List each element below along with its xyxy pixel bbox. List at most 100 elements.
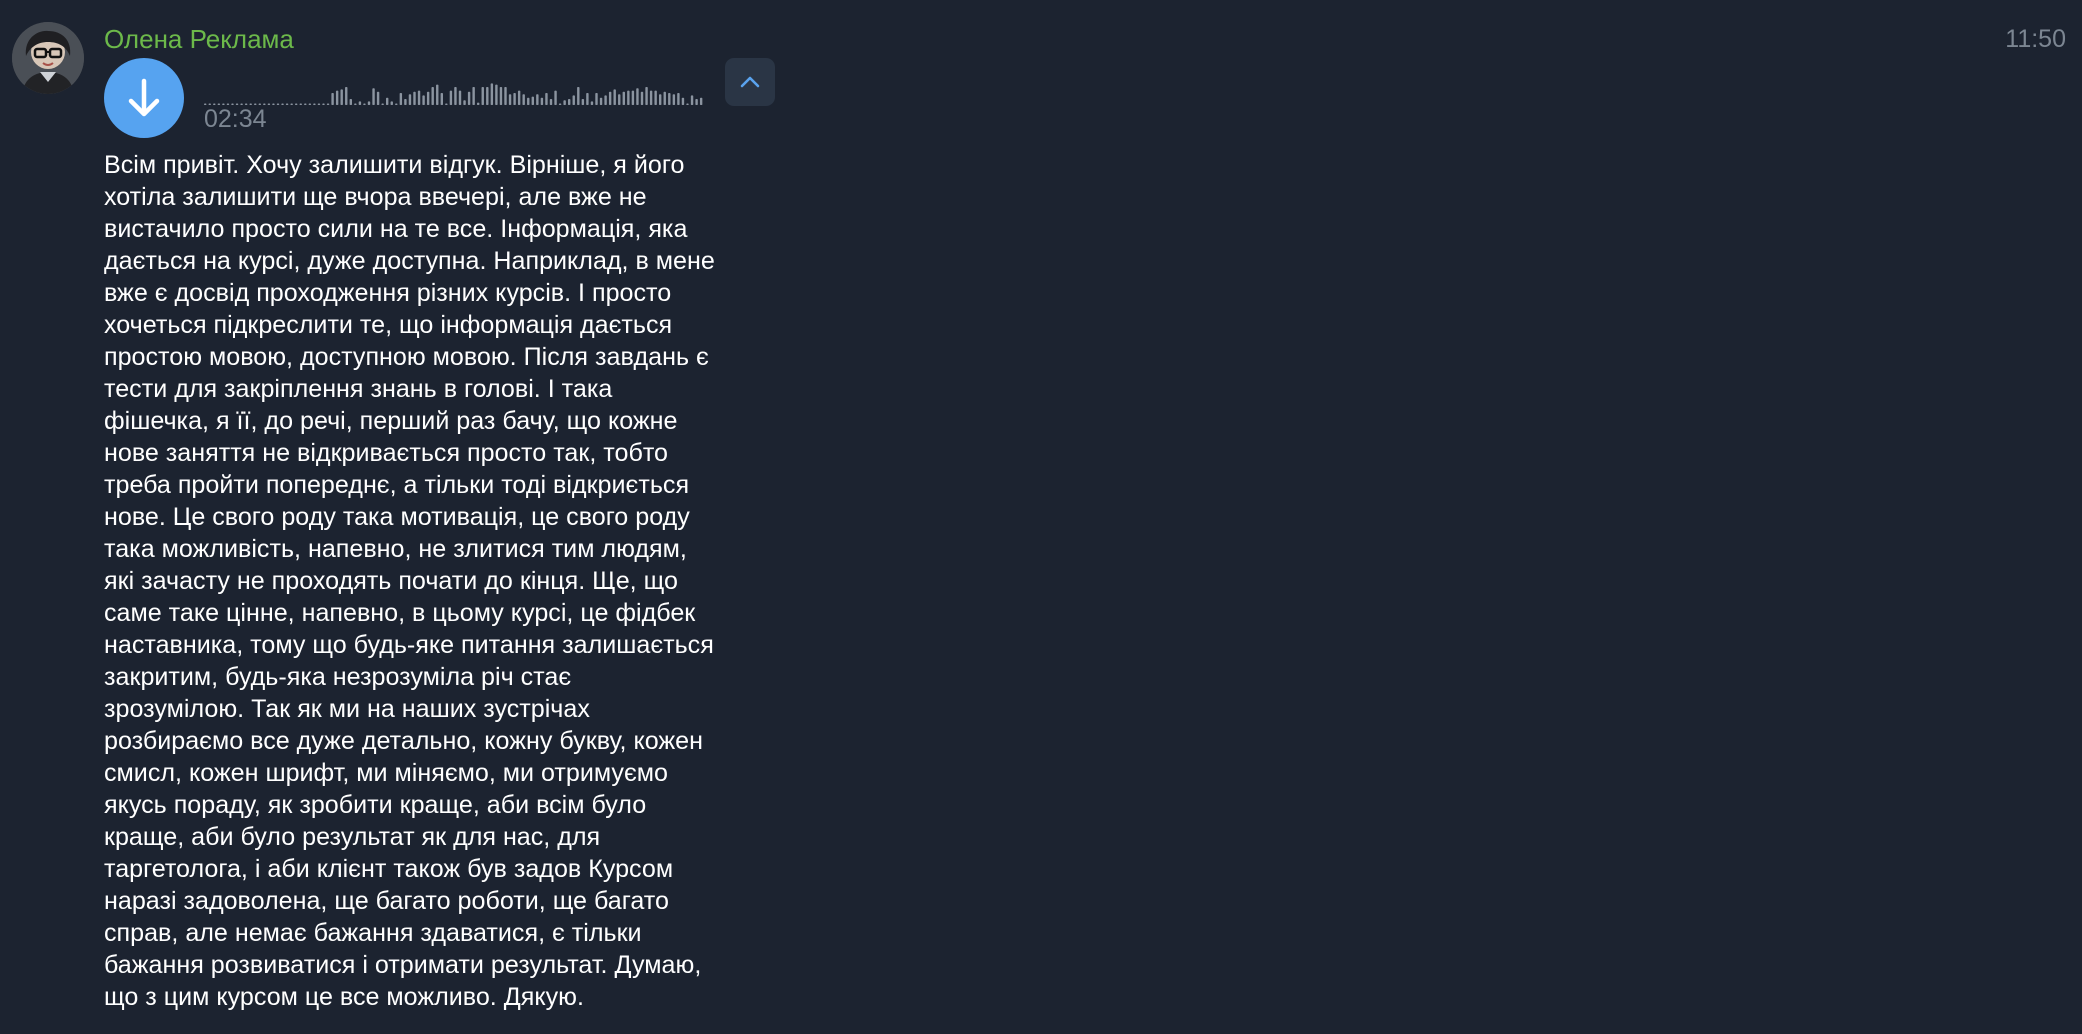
waveform-bar (363, 103, 366, 105)
transcript-line: нове заняття не відкривається просто так… (104, 439, 668, 467)
arrow-down-icon (128, 78, 160, 117)
waveform-bar (317, 103, 321, 105)
transcript-line: Всім привіт. Хочу залишити відгук. Вірні… (104, 151, 685, 179)
waveform-bar (281, 103, 284, 105)
waveform-bar (649, 90, 653, 105)
waveform-bar (599, 97, 603, 105)
waveform-bar (467, 91, 471, 105)
waveform-bar (331, 93, 334, 105)
waveform-bar (463, 100, 466, 105)
waveform-bar (531, 96, 534, 105)
waveform-bar (645, 87, 648, 105)
waveform-bar (631, 90, 635, 105)
transcript-line: закритим, будь-яка незрозуміла річ стає (104, 663, 572, 691)
transcript-line: вже є досвід проходження різних курсів. … (104, 279, 672, 307)
transcript-line: краще, аби було результат як для нас, дл… (104, 823, 601, 851)
sender-name[interactable]: Олена Реклама (104, 22, 294, 56)
waveform-bar (276, 103, 280, 105)
waveform-bar (313, 103, 316, 105)
waveform-bar (504, 87, 507, 105)
download-voice-button[interactable] (104, 58, 184, 138)
waveform-bar (477, 102, 480, 105)
waveform-bar (549, 99, 553, 105)
waveform-bar (290, 103, 293, 105)
waveform-bar (581, 99, 585, 105)
waveform-bar (436, 84, 439, 105)
transcript-line: наставника, тому що будь-яке питання зал… (104, 631, 714, 659)
waveform-bar (558, 103, 562, 105)
waveform-bar (267, 103, 271, 105)
transcript-line: простою мовою, доступною мовою. Після за… (104, 343, 709, 371)
transcript-line: що з цим курсом це все можливо. Дякую. (104, 983, 584, 1011)
transcript-line: така можливість, напевно, не злитися тим… (104, 535, 687, 563)
waveform-bar (349, 99, 352, 105)
waveform-bar (508, 94, 512, 105)
waveform-bar (404, 99, 407, 105)
transcript-line: нове. Це свого роду така мотивація, це с… (104, 503, 690, 531)
waveform-bar (413, 91, 416, 105)
waveform-bar (308, 103, 312, 105)
waveform-bar (490, 83, 494, 105)
waveform-bar (472, 87, 475, 105)
transcript-line: таргетолога, і аби клієнт також був задо… (104, 855, 674, 883)
waveform-bar (367, 101, 371, 105)
waveform-bar (431, 87, 434, 105)
transcript-line: тести для закріплення знань в голові. І … (104, 375, 613, 403)
waveform-bar (304, 103, 307, 105)
waveform-bar (613, 89, 616, 105)
waveform-bar (354, 103, 357, 105)
waveform-bar (677, 93, 680, 105)
waveform-bar (454, 87, 457, 105)
waveform-bar (608, 91, 612, 105)
waveform-bar (458, 90, 462, 105)
waveform-bar (540, 97, 544, 105)
transcript-line: вистачило просто сили на те все. Інформа… (104, 215, 688, 243)
sender-avatar[interactable] (12, 22, 84, 94)
waveform-bar (695, 99, 698, 105)
transcript-line: зрозумілою. Так як ми на наших зустрічах (104, 695, 590, 723)
waveform-bar (672, 94, 676, 105)
waveform-bar (299, 103, 302, 105)
waveform-bar (590, 101, 594, 105)
waveform-bar (345, 87, 348, 105)
transcript-line: які зачасту не проходять почати до кінця… (104, 567, 678, 595)
waveform-bar (322, 103, 325, 105)
waveform-bar (376, 91, 380, 105)
waveform-bar (659, 94, 662, 105)
transcript-line: розбираємо все дуже детально, кожну букв… (104, 727, 703, 755)
waveform-bar (586, 93, 589, 105)
waveform-bar (545, 93, 548, 105)
waveform-bar (408, 94, 412, 105)
voice-duration: 02:34 (204, 105, 267, 133)
chat-message: Олена Реклама 11:50 02:34 Всім привіт. Х… (0, 0, 2082, 1034)
waveform-bar (536, 94, 539, 105)
transcript-line: хотіла залишити ще вчора ввечері, але вж… (104, 183, 647, 211)
waveform-bar (681, 97, 685, 105)
waveform-bar (618, 94, 621, 105)
waveform-bar (568, 99, 571, 105)
waveform-bar (636, 88, 639, 105)
waveform-bar (522, 94, 525, 105)
voice-message: 02:34 (104, 58, 776, 138)
waveform-bar (686, 103, 689, 105)
waveform-bar (272, 103, 275, 105)
transcribe-toggle-button[interactable] (725, 58, 775, 106)
waveform-bar (326, 103, 330, 105)
voice-waveform[interactable] (204, 70, 804, 106)
voice-transcript: Всім привіт. Хочу залишити відгук. Вірні… (104, 149, 784, 1013)
waveform-bar (422, 95, 425, 105)
waveform-bar (640, 91, 644, 105)
waveform-bar (595, 93, 598, 105)
waveform-bar (372, 88, 375, 105)
waveform-bar (604, 95, 607, 105)
chevron-up-icon (740, 76, 760, 88)
waveform-bar (690, 95, 694, 105)
waveform-bar (699, 97, 703, 105)
waveform-bar (627, 90, 630, 105)
transcript-line: смисл, кожен шрифт, ми міняємо, ми отрим… (104, 759, 668, 787)
waveform-bar (495, 84, 498, 105)
waveform-bar (390, 101, 393, 105)
transcript-line: фішечка, я її, до речі, перший раз бачу,… (104, 407, 678, 435)
waveform-bar (395, 103, 398, 105)
waveform-bar (295, 103, 298, 105)
